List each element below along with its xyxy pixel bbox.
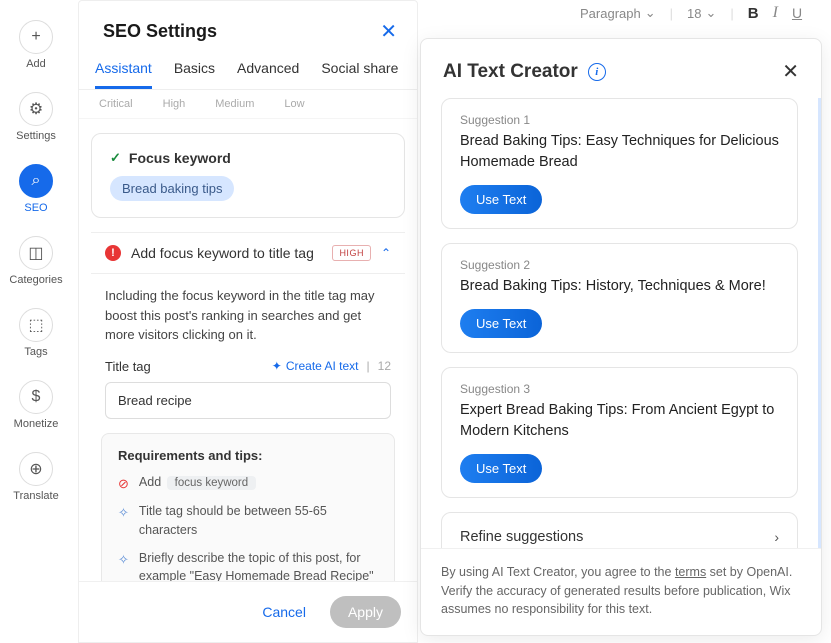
use-text-button[interactable]: Use Text [460,309,542,338]
lightbulb-icon: ✧ [118,503,129,523]
apply-button[interactable]: Apply [330,596,401,628]
use-text-button[interactable]: Use Text [460,454,542,483]
filter-low[interactable]: Low [284,98,304,110]
requirement-length: ✧ Title tag should be between 55-65 char… [118,502,378,540]
issue-description: Including the focus keyword in the title… [91,274,405,345]
sidebar-label: Monetize [14,418,59,430]
left-sidebar: + Add ⚙ Settings ⌕ SEO ◫ Categories ⬚ Ta… [0,0,72,643]
focus-keyword-label: Focus keyword [129,150,231,166]
close-icon[interactable]: ✕ [782,59,799,84]
plus-icon: + [19,20,53,54]
suggestion-text: Expert Bread Baking Tips: From Ancient E… [460,400,779,442]
italic-button[interactable]: I [773,4,778,22]
check-icon: ✓ [110,150,121,166]
tab-assistant[interactable]: Assistant [95,60,152,89]
issue-header[interactable]: ! Add focus keyword to title tag HIGH ⌃ [91,232,405,274]
title-tag-label: Title tag [105,359,151,374]
sidebar-item-monetize[interactable]: $ Monetize [14,380,59,430]
error-icon: ! [105,245,121,261]
categories-icon: ◫ [19,236,53,270]
severity-filters: Critical High Medium Low [79,90,417,119]
tab-advanced[interactable]: Advanced [237,60,299,89]
refine-suggestions[interactable]: Refine suggestions › [441,512,798,548]
suggestion-number: Suggestion 3 [460,382,779,396]
focus-keyword-card: ✓ Focus keyword Bread baking tips [91,133,405,218]
sidebar-label: SEO [24,202,47,214]
chevron-right-icon: › [774,529,779,545]
seo-tabs: Assistant Basics Advanced Social share [79,54,417,90]
keyword-pill[interactable]: Bread baking tips [110,176,234,201]
suggestion-number: Suggestion 2 [460,258,779,272]
seo-settings-panel: SEO Settings ✕ Assistant Basics Advanced… [78,0,418,643]
suggestion-3: Suggestion 3 Expert Bread Baking Tips: F… [441,367,798,498]
tab-basics[interactable]: Basics [174,60,215,89]
sparkle-icon: ✦ [272,359,282,373]
sidebar-label: Settings [16,130,56,142]
ai-text-creator-panel: AI Text Creator i ✕ Suggestion 1 Bread B… [420,38,822,636]
editor-toolbar: Paragraph ⌄ | 18 ⌄ | B I U [580,4,802,22]
info-icon[interactable]: i [588,63,606,81]
sidebar-item-seo[interactable]: ⌕ SEO [19,164,53,214]
title-tag-input[interactable] [105,382,391,419]
search-icon: ⌕ [19,164,53,198]
sidebar-label: Add [26,58,46,70]
filter-high[interactable]: High [163,98,186,110]
sidebar-label: Translate [13,490,58,502]
suggestion-2: Suggestion 2 Bread Baking Tips: History,… [441,243,798,353]
tags-icon: ⬚ [19,308,53,342]
gear-icon: ⚙ [19,92,53,126]
sidebar-item-tags[interactable]: ⬚ Tags [19,308,53,358]
underline-button[interactable]: U [792,5,802,21]
sidebar-item-categories[interactable]: ◫ Categories [9,236,62,286]
chevron-down-icon: ⌄ [645,5,656,21]
filter-medium[interactable]: Medium [215,98,254,110]
sidebar-item-settings[interactable]: ⚙ Settings [16,92,56,142]
chevron-up-icon: ⌃ [381,246,391,260]
create-ai-text-button[interactable]: ✦ Create AI text [272,359,359,373]
issue-title: Add focus keyword to title tag [131,245,314,261]
requirements-heading: Requirements and tips: [118,448,378,463]
globe-icon: ⊕ [19,452,53,486]
dollar-icon: $ [19,380,53,414]
panel-footer: Cancel Apply [79,581,417,642]
bold-button[interactable]: B [748,5,759,22]
ai-disclaimer: By using AI Text Creator, you agree to t… [421,548,821,635]
cancel-button[interactable]: Cancel [248,596,320,628]
tab-social-share[interactable]: Social share [321,60,398,89]
focus-keyword-inline-pill: focus keyword [167,476,257,490]
use-text-button[interactable]: Use Text [460,185,542,214]
severity-badge: HIGH [332,245,371,261]
sidebar-item-add[interactable]: + Add [19,20,53,70]
sidebar-label: Categories [9,274,62,286]
chevron-down-icon: ⌄ [705,5,716,21]
panel-title: SEO Settings [103,21,217,42]
char-count: 12 [378,359,391,373]
char-separator: | [367,359,370,373]
suggestion-number: Suggestion 1 [460,113,779,127]
suggestion-1: Suggestion 1 Bread Baking Tips: Easy Tec… [441,98,798,229]
requirement-add-keyword: ⊘ Add focus keyword [118,473,378,494]
fontsize-dropdown[interactable]: 18 ⌄ [687,5,716,21]
error-icon: ⊘ [118,474,129,494]
lightbulb-icon: ✧ [118,550,129,570]
sidebar-label: Tags [24,346,47,358]
filter-critical[interactable]: Critical [99,98,133,110]
suggestion-text: Bread Baking Tips: Easy Techniques for D… [460,131,779,173]
suggestion-text: Bread Baking Tips: History, Techniques &… [460,276,779,297]
terms-link[interactable]: terms [675,565,706,579]
paragraph-dropdown[interactable]: Paragraph ⌄ [580,5,656,21]
close-icon[interactable]: ✕ [380,19,397,44]
sidebar-item-translate[interactable]: ⊕ Translate [13,452,58,502]
ai-panel-title: AI Text Creator i [443,61,606,83]
